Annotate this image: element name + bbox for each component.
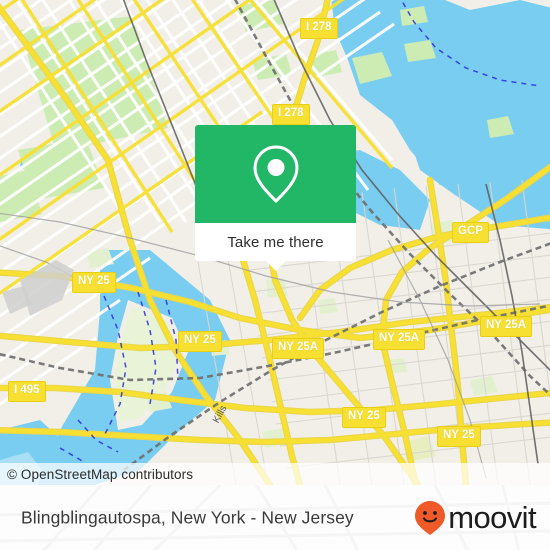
moovit-place-map-screenshot: I 278 I 278 GCP NY 25 NY 25 NY 25A NY 25… <box>0 0 550 550</box>
road-shield[interactable]: NY 25A <box>272 338 325 359</box>
attribution-text: © OpenStreetMap contributors <box>7 466 194 482</box>
moovit-logo[interactable]: moovit <box>414 500 537 536</box>
road-shield[interactable]: NY 25 <box>178 331 222 352</box>
road-shield[interactable]: I 495 <box>8 381 46 402</box>
moovit-smiley-pin-icon <box>415 500 446 535</box>
road-shield[interactable]: GCP <box>452 222 489 243</box>
popup-image-area <box>195 125 356 223</box>
map-attribution: © OpenStreetMap contributors <box>0 463 550 485</box>
road-shield[interactable]: NY 25A <box>373 329 426 350</box>
popup-pointer-tail <box>264 260 287 271</box>
footer-bar: Blingblingautospa, New York - New Jersey… <box>0 485 550 550</box>
popup-cta-label: Take me there <box>227 233 324 251</box>
place-popup-card[interactable]: Take me there <box>195 125 356 271</box>
road-shield[interactable]: NY 25 <box>342 407 386 428</box>
place-title: Blingblingautospa, New York - New Jersey <box>21 507 354 527</box>
road-shield[interactable]: I 278 <box>272 104 310 125</box>
road-shield[interactable]: NY 25A <box>480 316 533 337</box>
road-shield[interactable]: NY 25 <box>72 272 116 293</box>
moovit-wordmark: moovit <box>448 500 536 535</box>
map-pin-icon <box>252 145 299 204</box>
road-shield[interactable]: I 278 <box>300 18 338 39</box>
popup-cta[interactable]: Take me there <box>195 223 356 271</box>
road-shield[interactable]: NY 25 <box>437 426 481 447</box>
